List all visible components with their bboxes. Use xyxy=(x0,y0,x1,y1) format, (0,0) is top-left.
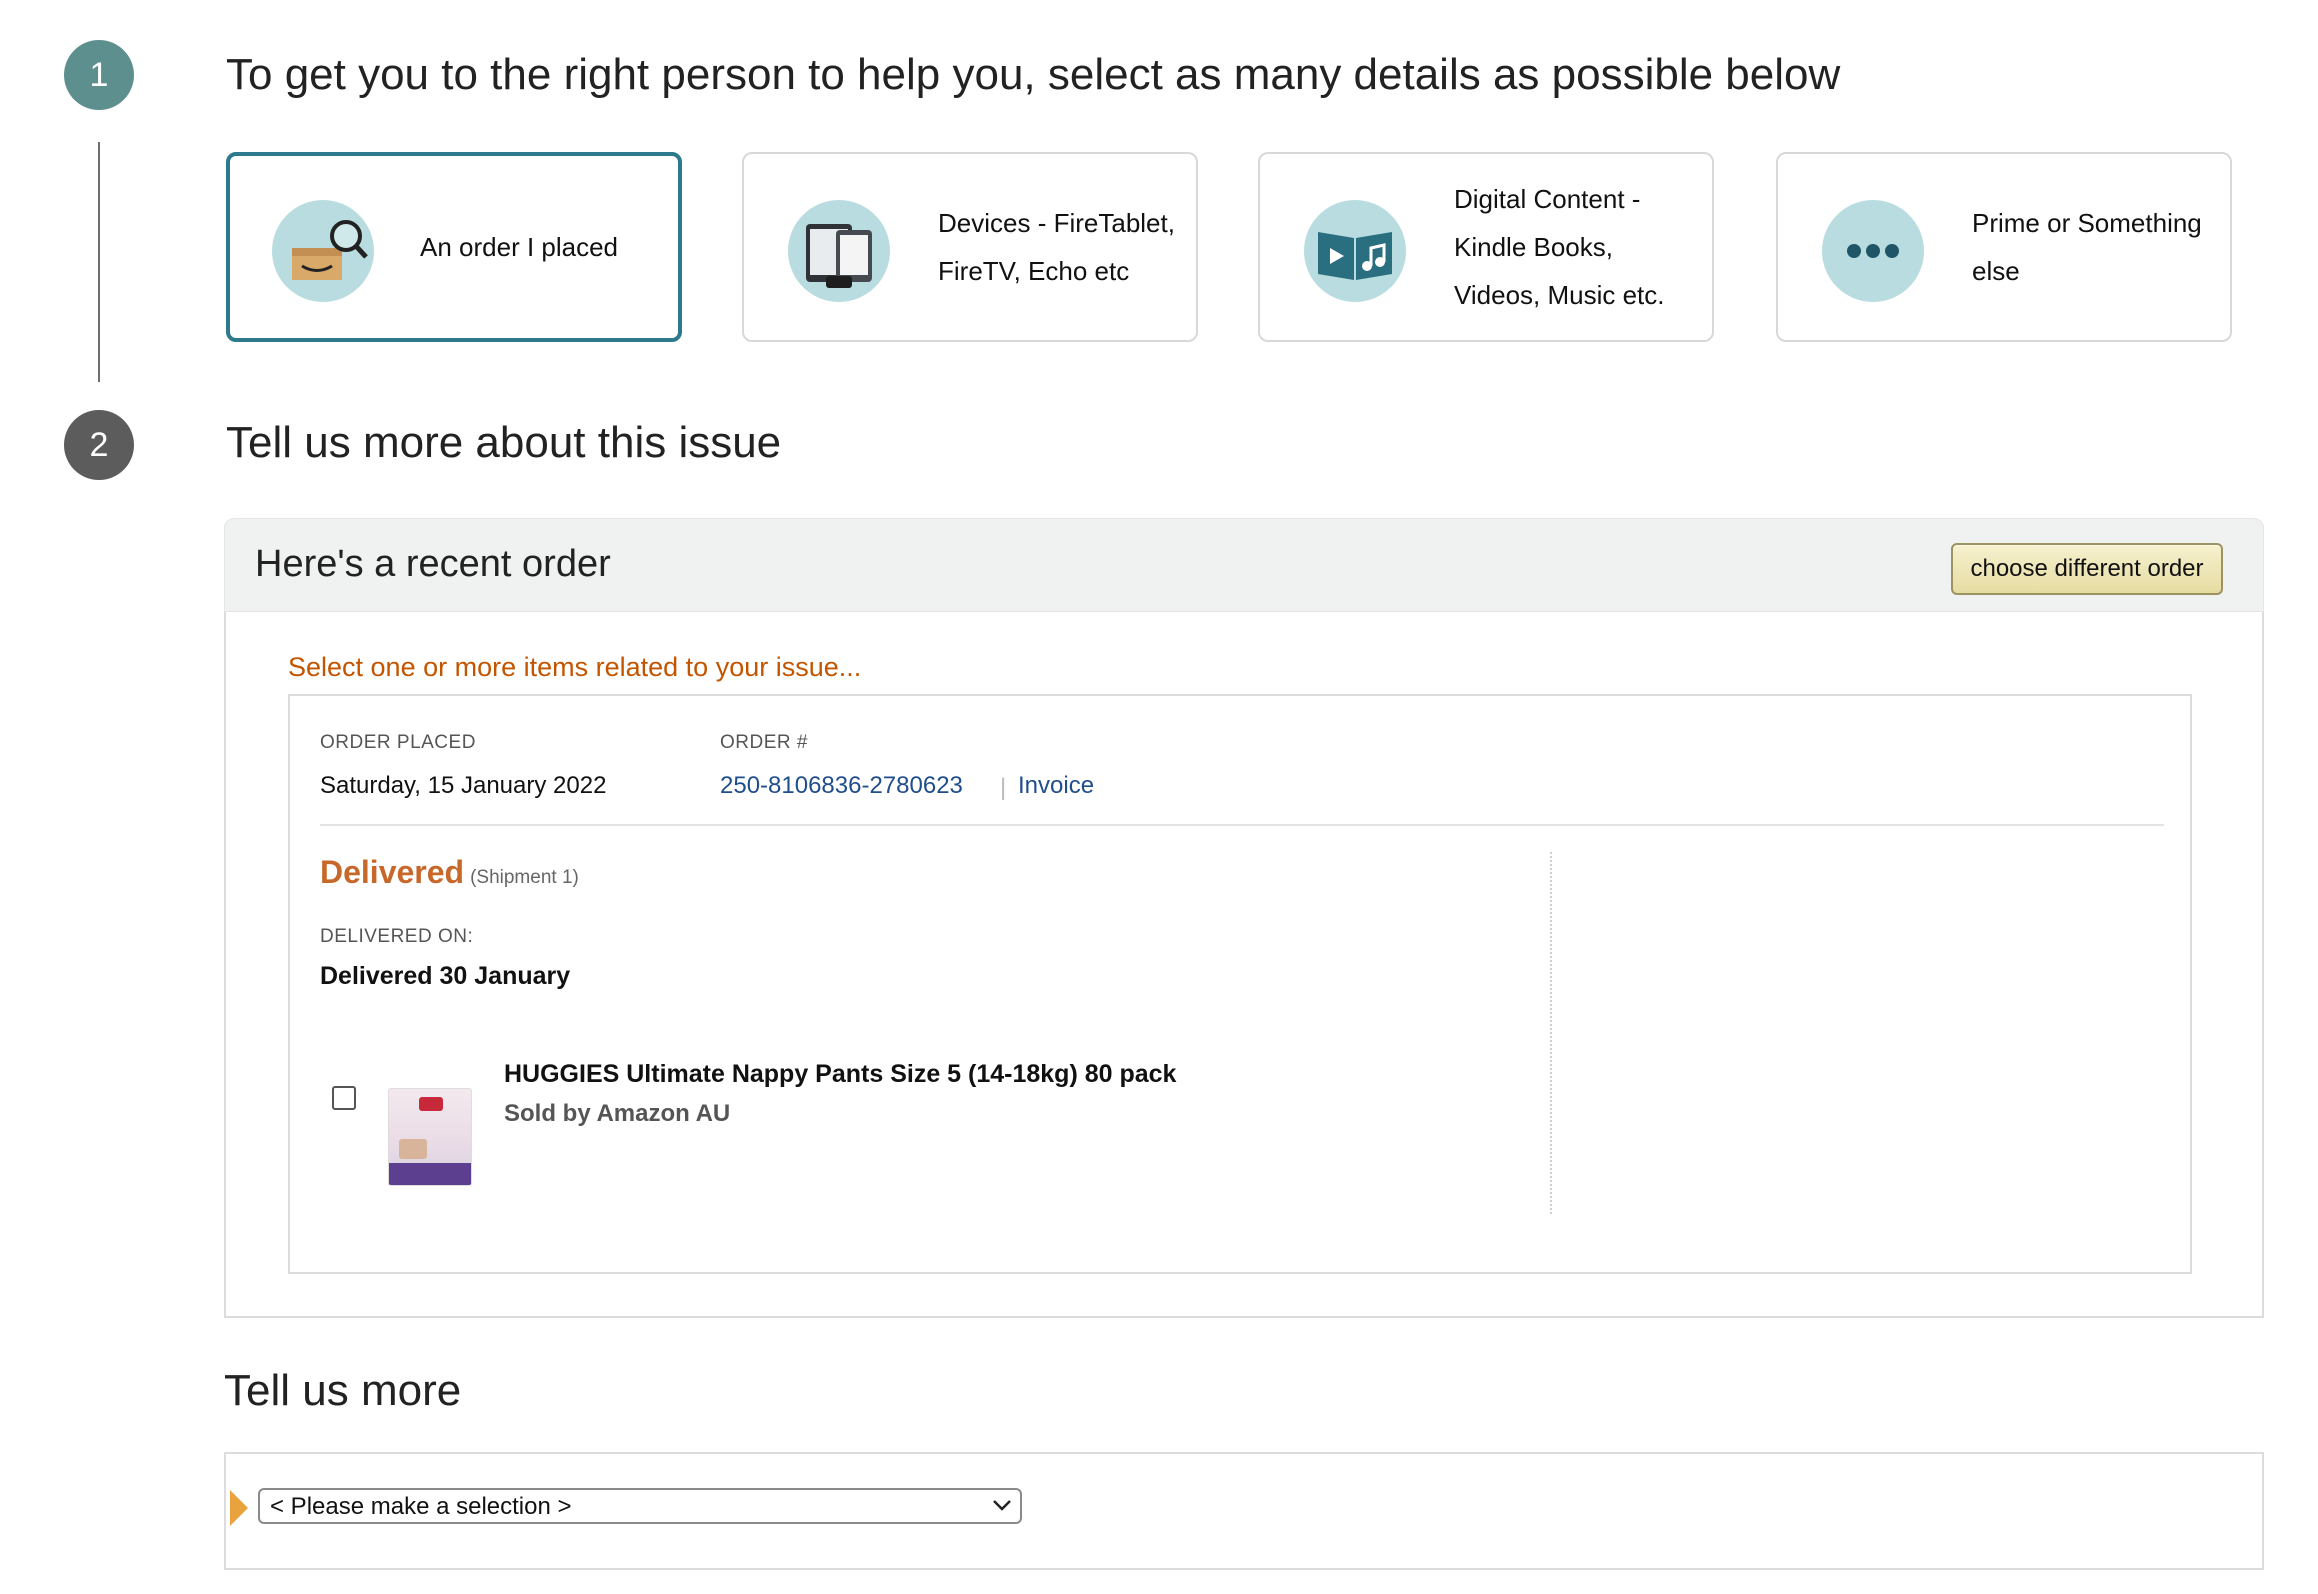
step-1-indicator: 1 xyxy=(64,40,134,110)
card-label: Digital Content - Kindle Books, Videos, … xyxy=(1454,184,1665,310)
delivered-date: Delivered 30 January xyxy=(320,962,571,990)
status-text: Delivered xyxy=(320,854,465,890)
order-number-label: ORDER # xyxy=(720,732,808,753)
order-card: ORDER PLACED Saturday, 15 January 2022 O… xyxy=(288,694,2192,1274)
product-title: HUGGIES Ultimate Nappy Pants Size 5 (14-… xyxy=(504,1060,1177,1088)
order-number-link[interactable]: 250-8106836-2780623 xyxy=(720,772,963,800)
step-number: 2 xyxy=(89,425,109,464)
card-label: Prime or Something else xyxy=(1972,208,2202,286)
select-value: < Please make a selection > xyxy=(270,1493,572,1520)
separator: | xyxy=(1000,774,1007,801)
more-icon xyxy=(1822,200,1924,302)
step-1-heading: To get you to the right person to help y… xyxy=(226,50,1841,99)
digital-content-icon xyxy=(1304,200,1406,302)
delivered-on-label: DELIVERED ON: xyxy=(320,926,474,947)
product-seller: Sold by Amazon AU xyxy=(504,1100,731,1127)
card-prime-or-else[interactable]: Prime or Something else xyxy=(1776,152,2232,342)
recent-order-title: Here's a recent order xyxy=(255,543,611,585)
devices-icon xyxy=(788,200,890,302)
chevron-down-icon xyxy=(992,1498,1012,1517)
tell-us-more-panel: < Please make a selection > xyxy=(224,1452,2264,1570)
select-items-prompt: Select one or more items related to your… xyxy=(288,652,862,682)
invoice-link[interactable]: Invoice xyxy=(1018,772,1094,800)
product-thumbnail[interactable] xyxy=(388,1088,472,1186)
product-photo xyxy=(399,1139,427,1159)
card-label: Devices - FireTablet, FireTV, Echo etc xyxy=(938,208,1175,286)
shipment-number: (Shipment 1) xyxy=(470,867,579,888)
item-checkbox[interactable] xyxy=(332,1086,356,1110)
order-divider xyxy=(320,824,2164,826)
recent-order-panel: Select one or more items related to your… xyxy=(224,612,2264,1318)
order-placed-label: ORDER PLACED xyxy=(320,732,476,753)
column-divider xyxy=(1550,852,1552,1214)
card-order-placed[interactable]: An order I placed xyxy=(226,152,682,342)
step-connector-line xyxy=(98,142,100,382)
order-placed-date: Saturday, 15 January 2022 xyxy=(320,772,607,799)
required-field-marker xyxy=(230,1490,248,1526)
step-2-heading: Tell us more about this issue xyxy=(226,418,782,467)
product-brand-badge xyxy=(419,1097,443,1111)
product-stripe xyxy=(389,1163,471,1185)
card-digital-content[interactable]: Digital Content - Kindle Books, Videos, … xyxy=(1258,152,1714,342)
recent-order-header: Here's a recent order choose different o… xyxy=(224,518,2264,612)
choose-different-order-button[interactable]: choose different order xyxy=(1951,543,2223,595)
card-devices[interactable]: Devices - FireTablet, FireTV, Echo etc xyxy=(742,152,1198,342)
step-number: 1 xyxy=(89,55,109,94)
order-search-icon xyxy=(272,200,374,302)
tell-us-more-heading: Tell us more xyxy=(224,1366,462,1415)
shipment-status: Delivered (Shipment 1) xyxy=(320,854,579,891)
issue-select[interactable]: < Please make a selection > xyxy=(258,1488,1022,1524)
card-label: An order I placed xyxy=(420,232,619,262)
step-2-indicator: 2 xyxy=(64,410,134,480)
